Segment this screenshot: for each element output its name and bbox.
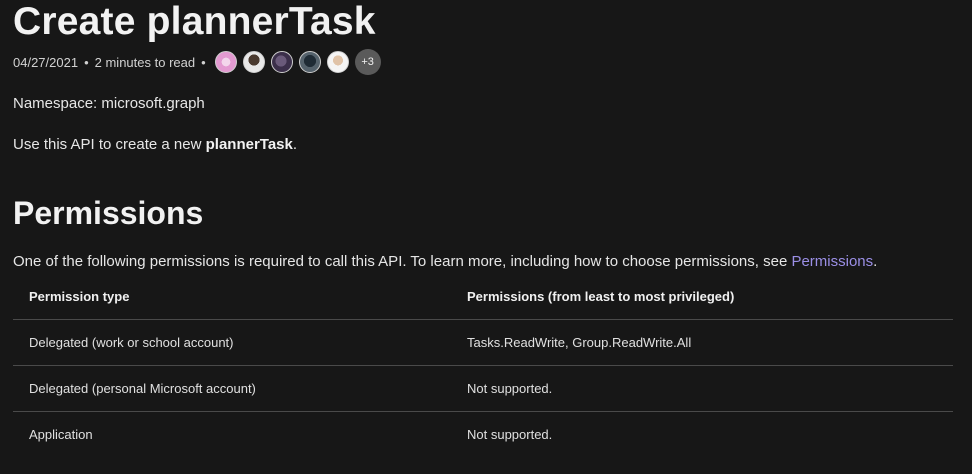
- permissions-table: Permission type Permissions (from least …: [13, 274, 953, 457]
- contributor-avatar[interactable]: [214, 51, 237, 73]
- table-cell: Not supported.: [451, 365, 953, 412]
- contributor-avatar[interactable]: [270, 51, 293, 73]
- column-header: Permission type: [13, 274, 451, 320]
- intro-prefix: Use this API to create a new: [13, 136, 206, 153]
- permissions-description-suffix: .: [873, 253, 878, 270]
- intro-resource-name: plannerTask: [205, 136, 293, 153]
- table-cell: Delegated (personal Microsoft account): [13, 365, 451, 412]
- table-row: Delegated (work or school account) Tasks…: [13, 319, 953, 366]
- table-cell: Delegated (work or school account): [13, 319, 451, 366]
- intro-suffix: .: [292, 136, 298, 153]
- metadata-separator: •: [201, 54, 206, 70]
- table-row: Application Not supported.: [13, 412, 953, 458]
- read-time: 2 minutes to read: [94, 54, 196, 70]
- contributor-avatar[interactable]: [326, 51, 349, 73]
- more-contributors-button[interactable]: +3: [354, 49, 381, 75]
- contributors-list: +3: [214, 49, 381, 75]
- article-metadata: 04/27/2021 • 2 minutes to read • +3: [13, 48, 381, 76]
- permissions-link[interactable]: Permissions: [791, 253, 873, 270]
- contributor-avatar[interactable]: [298, 51, 321, 73]
- contributor-avatar[interactable]: [242, 51, 265, 73]
- metadata-separator: •: [84, 54, 89, 70]
- permissions-description: One of the following permissions is requ…: [13, 253, 877, 270]
- table-header-row: Permission type Permissions (from least …: [13, 274, 953, 320]
- namespace-text: Namespace: microsoft.graph: [13, 95, 205, 112]
- table-row: Delegated (personal Microsoft account) N…: [13, 365, 953, 412]
- article-date: 04/27/2021: [13, 54, 79, 70]
- table-cell: Tasks.ReadWrite, Group.ReadWrite.All: [451, 319, 953, 366]
- table-cell: Application: [29, 427, 93, 442]
- intro-text: Use this API to create a new plannerTask…: [13, 136, 297, 153]
- permissions-heading: Permissions: [13, 195, 204, 231]
- table-cell: Not supported.: [467, 427, 553, 442]
- permissions-description-text: One of the following permissions is requ…: [13, 253, 792, 270]
- page-title: Create plannerTask: [13, 0, 376, 43]
- column-header: Permissions (from least to most privileg…: [451, 274, 953, 320]
